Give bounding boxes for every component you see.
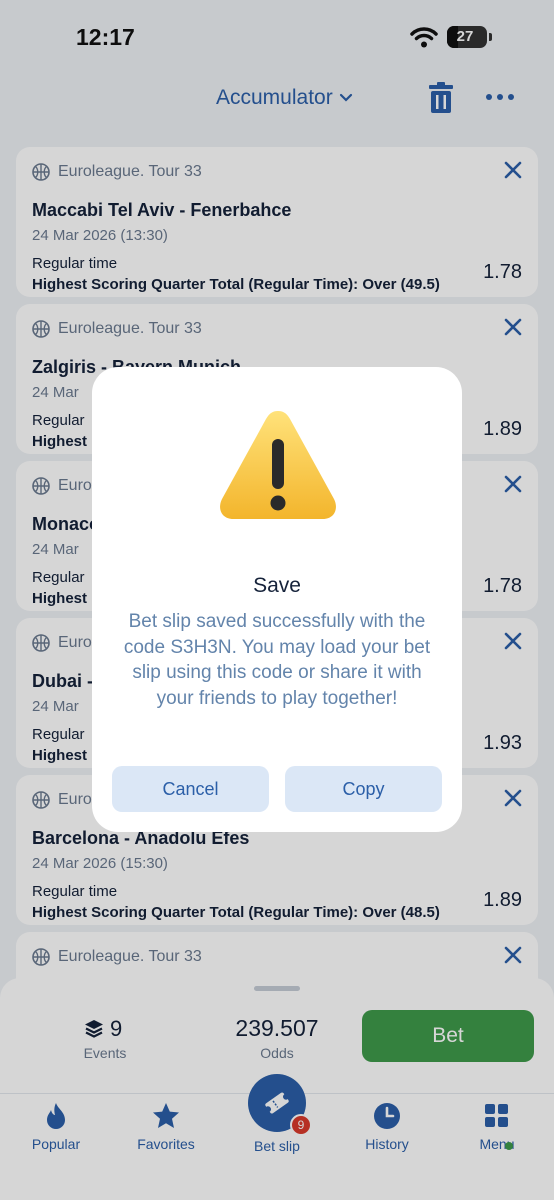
save-dialog: Save Bet slip saved successfully with th… (92, 367, 462, 832)
copy-button[interactable]: Copy (285, 766, 442, 812)
warning-icon (220, 411, 336, 519)
dialog-title: Save (253, 574, 301, 597)
cancel-button[interactable]: Cancel (112, 766, 269, 812)
dialog-message: Bet slip saved successfully with the cod… (123, 611, 431, 709)
